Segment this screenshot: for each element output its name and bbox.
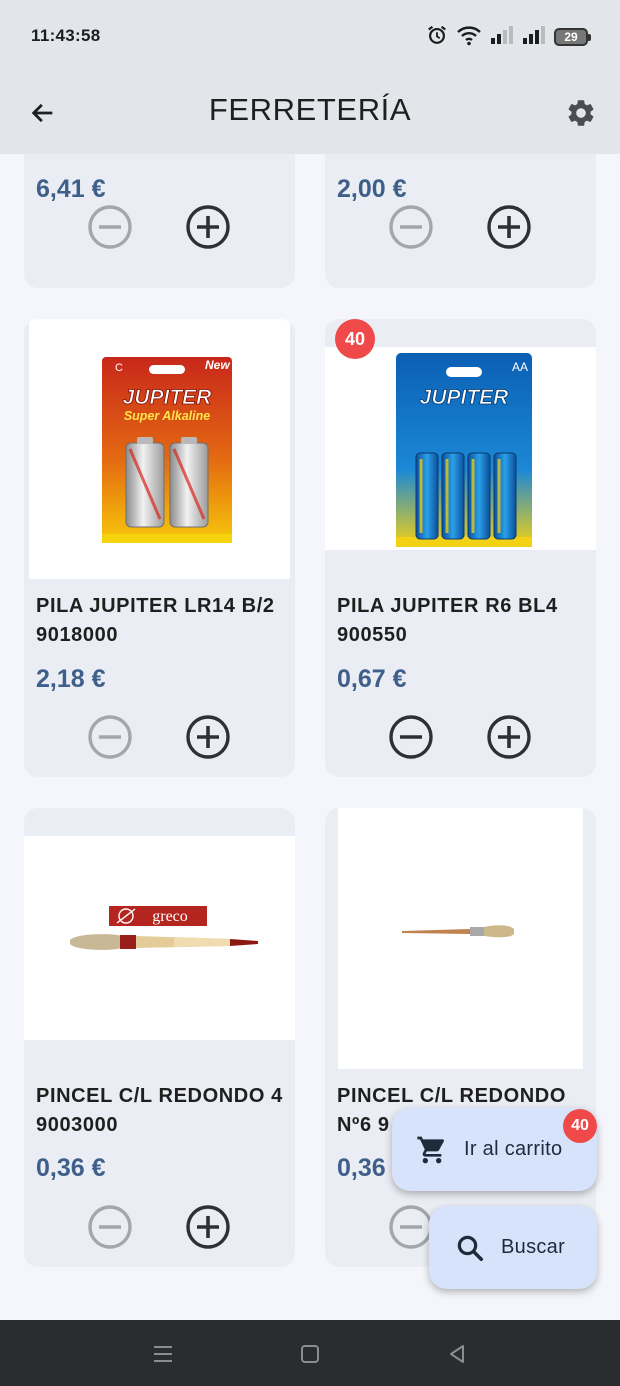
alarm-icon xyxy=(426,24,448,51)
signal-icon xyxy=(490,25,514,50)
battery-icon: 29 xyxy=(554,28,591,46)
paintbrush-image xyxy=(402,925,514,938)
home-button[interactable] xyxy=(296,1340,324,1368)
square-icon xyxy=(301,1345,319,1363)
decrease-button[interactable] xyxy=(87,204,133,250)
product-card[interactable]: 6,41 € xyxy=(24,154,295,288)
plus-circle-icon xyxy=(186,715,230,759)
cart-icon xyxy=(417,1136,445,1163)
cart-button-label: Ir al carrito xyxy=(464,1138,563,1160)
product-card[interactable]: PINCEL C/L REDONDO Nº6 9 0,36 xyxy=(325,808,596,1267)
decrease-button[interactable] xyxy=(388,1204,434,1250)
system-nav-bar xyxy=(0,1320,620,1386)
product-card[interactable]: 2,00 € xyxy=(325,154,596,288)
product-price: 0,67 € xyxy=(337,665,407,693)
product-name: PILA JUPITER R6 BL4 900550 xyxy=(337,595,558,646)
decrease-button[interactable] xyxy=(388,204,434,250)
increase-button[interactable] xyxy=(486,204,532,250)
gear-icon xyxy=(568,100,594,126)
battery-level: 29 xyxy=(564,30,578,44)
pack-size-label: C xyxy=(115,362,123,374)
minus-circle-icon xyxy=(389,715,433,759)
product-image: greco xyxy=(24,836,295,1040)
wifi-icon xyxy=(456,24,482,51)
product-card[interactable]: greco PINCEL C/L REDONDO 4 9003000 0,36 … xyxy=(24,808,295,1267)
back-nav-button[interactable] xyxy=(443,1340,471,1368)
plus-circle-icon xyxy=(487,205,531,249)
minus-circle-icon xyxy=(88,715,132,759)
plus-circle-icon xyxy=(487,715,531,759)
pack-brand-label: JUPITER xyxy=(123,386,213,409)
minus-circle-icon xyxy=(389,1205,433,1249)
product-image: C New JUPITER Super Alkaline xyxy=(29,319,290,579)
product-name: PINCEL C/L REDONDO 4 9003000 xyxy=(36,1085,283,1136)
product-image: AA JUPITER xyxy=(325,347,596,550)
quantity-badge: 40 xyxy=(335,319,375,359)
product-image xyxy=(338,808,583,1069)
minus-circle-icon xyxy=(88,205,132,249)
plus-circle-icon xyxy=(186,1205,230,1249)
increase-button[interactable] xyxy=(185,1204,231,1250)
status-icons: 29 xyxy=(426,24,591,51)
recent-apps-button[interactable] xyxy=(149,1340,177,1368)
plus-circle-icon xyxy=(186,205,230,249)
cart-count-badge: 40 xyxy=(563,1109,597,1143)
decrease-button[interactable] xyxy=(87,714,133,760)
product-card[interactable]: AA JUPITER 40 PILA JUPITER R6 BL4 900550… xyxy=(325,319,596,777)
product-price: 0,36 € xyxy=(36,1154,106,1182)
status-time: 11:43:58 xyxy=(31,26,101,45)
minus-circle-icon xyxy=(88,1205,132,1249)
search-button-label: Buscar xyxy=(501,1236,566,1258)
brush-logo: greco xyxy=(152,908,188,925)
battery-pack-aa-image: AA JUPITER xyxy=(396,353,532,547)
search-icon xyxy=(457,1235,483,1261)
increase-button[interactable] xyxy=(185,714,231,760)
pack-new-label: New xyxy=(205,358,230,372)
paintbrush-greco-image: greco xyxy=(70,906,258,950)
product-card[interactable]: C New JUPITER Super Alkaline PILA JUPITE… xyxy=(24,319,295,777)
settings-button[interactable] xyxy=(560,92,602,134)
increase-button[interactable] xyxy=(486,714,532,760)
pack-brand-label: JUPITER xyxy=(420,386,510,409)
product-price: 0,36 xyxy=(337,1154,386,1182)
pack-size-label: AA xyxy=(512,360,528,374)
triangle-back-icon xyxy=(450,1345,464,1363)
increase-button[interactable] xyxy=(185,204,231,250)
signal-icon xyxy=(522,25,546,50)
decrease-button[interactable] xyxy=(87,1204,133,1250)
status-bar: 11:43:58 29 xyxy=(0,0,620,72)
search-button[interactable]: Buscar xyxy=(429,1206,597,1289)
product-price: 6,41 € xyxy=(36,175,106,203)
app-bar: FERRETERÍA xyxy=(0,72,620,154)
pack-tagline-label: Super Alkaline xyxy=(124,409,210,423)
product-name: PILA JUPITER LR14 B/2 9018000 xyxy=(36,595,275,646)
product-price: 2,18 € xyxy=(36,665,106,693)
minus-circle-icon xyxy=(389,205,433,249)
battery-pack-c-image: C New JUPITER Super Alkaline xyxy=(102,357,232,543)
product-price: 2,00 € xyxy=(337,175,407,203)
page-title: FERRETERÍA xyxy=(208,92,412,127)
decrease-button[interactable] xyxy=(388,714,434,760)
menu-icon xyxy=(154,1346,172,1362)
